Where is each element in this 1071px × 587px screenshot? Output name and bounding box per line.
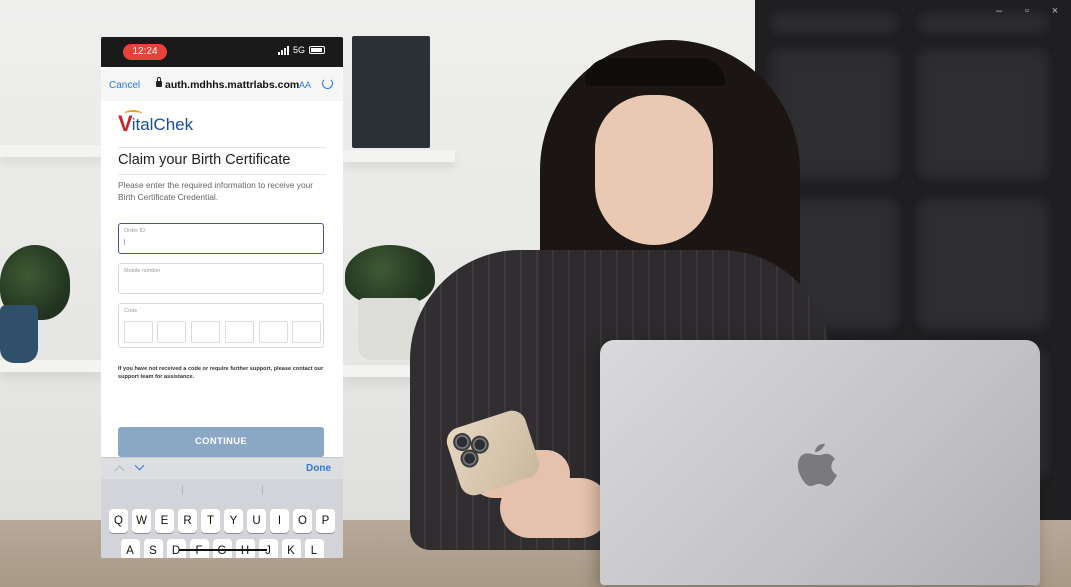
key-i[interactable]: I xyxy=(270,509,289,533)
shelf xyxy=(343,150,455,162)
code-digit-input[interactable] xyxy=(259,321,288,343)
on-screen-keyboard: QWERTYUIOP ASDFGHJKL xyxy=(101,479,343,558)
suggestion-divider xyxy=(182,485,183,495)
lock-icon xyxy=(156,77,162,87)
order-id-field[interactable]: Order ID xyxy=(118,223,324,254)
divider xyxy=(118,147,326,148)
code-digit-input[interactable] xyxy=(292,321,321,343)
mobile-number-field[interactable]: Mobile number xyxy=(118,263,324,294)
chevron-up-icon[interactable] xyxy=(114,465,125,476)
person-headband xyxy=(585,58,725,86)
divider xyxy=(118,174,326,175)
network-type: 5G xyxy=(292,45,305,55)
suggestion-divider xyxy=(262,485,263,495)
reload-icon[interactable] xyxy=(322,78,333,89)
signal-icon xyxy=(277,45,289,55)
shelf xyxy=(0,145,101,157)
window-controls: – ▫ × xyxy=(993,4,1061,18)
key-a[interactable]: A xyxy=(120,539,140,558)
phone-screen: 12:24 5G Cancel auth.mdhhs.mattrlabs.com… xyxy=(101,37,343,558)
order-id-label: Order ID xyxy=(124,228,146,234)
key-r[interactable]: R xyxy=(178,509,197,533)
text-size-button[interactable]: AA xyxy=(299,80,311,90)
person-face xyxy=(595,95,713,245)
code-digit-input[interactable] xyxy=(225,321,254,343)
acoustic-panel xyxy=(913,194,1053,334)
support-text: If you have not received a code or requi… xyxy=(118,366,324,380)
code-label: Code xyxy=(124,308,138,314)
keyboard-toolbar: Done xyxy=(101,457,343,479)
url-text[interactable]: auth.mdhhs.mattrlabs.com xyxy=(165,79,299,91)
acoustic-panel xyxy=(765,8,903,38)
chevron-down-icon[interactable] xyxy=(134,460,145,471)
text-caret xyxy=(124,239,125,245)
plant xyxy=(345,245,435,305)
restore-button[interactable]: ▫ xyxy=(1021,4,1033,18)
key-e[interactable]: E xyxy=(155,509,174,533)
status-indicators: 5G xyxy=(277,45,325,55)
keyboard-row-1: QWERTYUIOP xyxy=(101,509,343,533)
key-s[interactable]: S xyxy=(143,539,163,558)
book xyxy=(352,36,430,148)
key-q[interactable]: Q xyxy=(109,509,128,533)
done-button[interactable]: Done xyxy=(306,463,331,474)
code-field: Code xyxy=(118,303,324,348)
key-p[interactable]: P xyxy=(316,509,335,533)
logo-text: italChek xyxy=(131,115,194,134)
battery-icon xyxy=(309,46,325,54)
vitalchek-logo: V italChek xyxy=(118,110,194,135)
key-l[interactable]: L xyxy=(304,539,324,558)
mobile-number-label: Mobile number xyxy=(124,268,161,274)
apple-logo-icon xyxy=(797,443,837,487)
cancel-button[interactable]: Cancel xyxy=(109,80,140,91)
strike-line xyxy=(179,549,267,551)
key-k[interactable]: K xyxy=(281,539,301,558)
minimize-button[interactable]: – xyxy=(993,4,1005,18)
key-u[interactable]: U xyxy=(247,509,266,533)
acoustic-panel xyxy=(913,44,1053,184)
page-title: Claim your Birth Certificate xyxy=(118,152,291,168)
status-time: 12:24 xyxy=(123,44,167,60)
instructions-text: Please enter the required information to… xyxy=(118,180,314,202)
key-t[interactable]: T xyxy=(201,509,220,533)
continue-button[interactable]: CONTINUE xyxy=(118,427,324,457)
close-button[interactable]: × xyxy=(1049,4,1061,18)
plant-pot xyxy=(0,305,38,363)
key-o[interactable]: O xyxy=(293,509,312,533)
code-digit-input[interactable] xyxy=(157,321,186,343)
browser-url-bar: Cancel auth.mdhhs.mattrlabs.com AA xyxy=(101,67,343,101)
logo-swoosh-icon xyxy=(124,110,142,118)
key-w[interactable]: W xyxy=(132,509,151,533)
key-y[interactable]: Y xyxy=(224,509,243,533)
status-bar: 12:24 5G xyxy=(101,37,343,67)
code-digit-input[interactable] xyxy=(191,321,220,343)
code-digit-input[interactable] xyxy=(124,321,153,343)
page-content: V italChek Claim your Birth Certificate … xyxy=(101,101,343,457)
person-hand xyxy=(500,478,610,538)
